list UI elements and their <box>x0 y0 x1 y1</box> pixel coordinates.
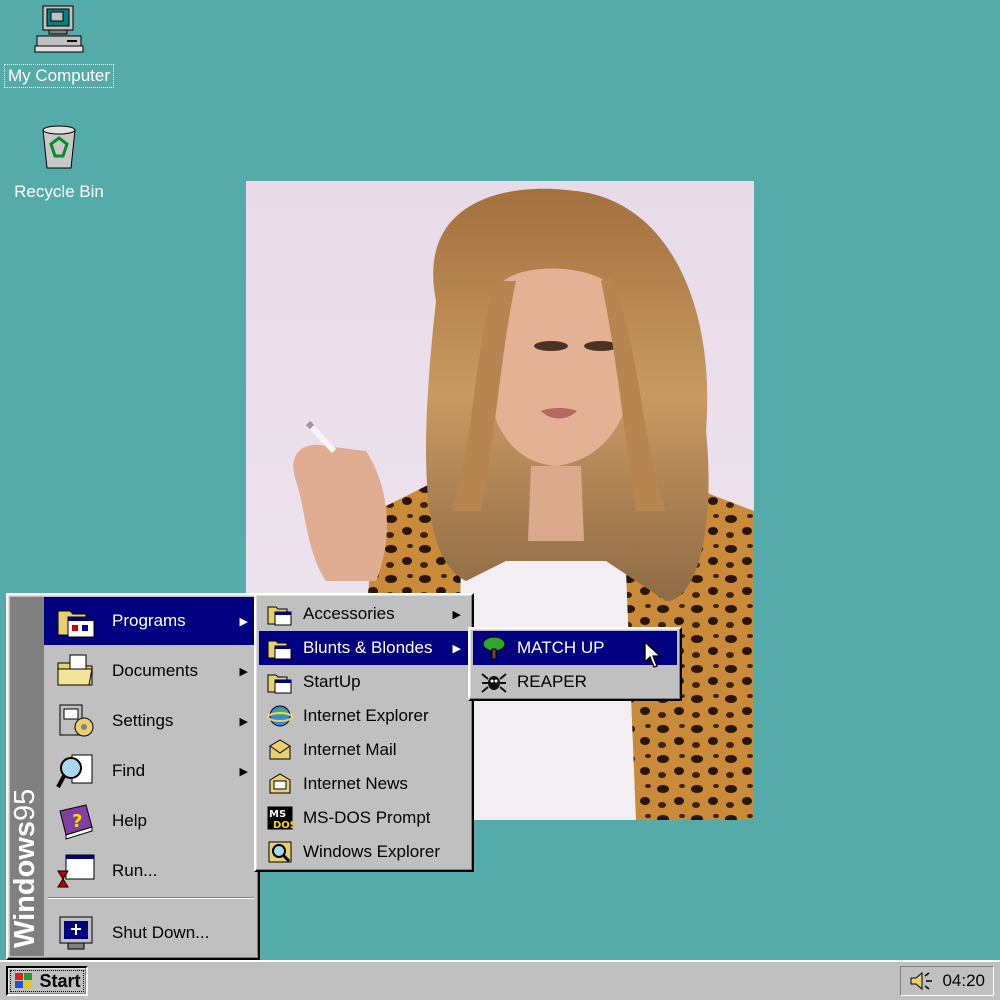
help-icon: ? <box>59 804 93 840</box>
svg-text:?: ? <box>72 811 82 832</box>
desktop-icon-my-computer[interactable]: My Computer <box>3 4 115 88</box>
start-menu-item-settings[interactable]: Settings ▶ <box>44 697 256 745</box>
recycle-bin-icon <box>42 125 76 169</box>
program-group-icon <box>267 606 292 626</box>
banner-version-text: 95 <box>9 788 41 821</box>
programs-item-label: StartUp <box>303 672 361 691</box>
start-button-label: Start <box>39 970 81 991</box>
start-menu-separator <box>48 897 254 899</box>
programs-item-windows-explorer[interactable]: Windows Explorer <box>259 835 469 869</box>
start-menu-item-label: Run... <box>112 861 158 880</box>
programs-item-label: Accessories <box>303 604 395 623</box>
windows-logo-icon <box>15 973 33 988</box>
start-menu-item-documents[interactable]: Documents ▶ <box>44 647 256 695</box>
programs-item-label: Internet Mail <box>303 740 397 759</box>
find-icon <box>56 754 93 788</box>
clock[interactable]: 04:20 <box>942 971 985 991</box>
start-menu-item-find[interactable]: Find ▶ <box>44 747 256 795</box>
programs-item-label: MS-DOS Prompt <box>303 808 431 827</box>
banner-windows-text: Windows <box>9 820 41 948</box>
programs-item-ms-dos-prompt[interactable]: MSDOS MS-DOS Prompt <box>259 801 469 835</box>
programs-icon <box>57 610 95 638</box>
run-icon <box>57 854 95 888</box>
start-menu-item-shutdown[interactable]: Shut Down... <box>44 909 256 957</box>
mail-icon <box>269 739 291 760</box>
programs-item-internet-news[interactable]: Internet News <box>259 767 469 801</box>
shutdown-icon <box>59 916 93 950</box>
start-menu-item-label: Shut Down... <box>112 923 210 942</box>
ms-dos-icon: MSDOS <box>267 806 293 831</box>
mouse-cursor-icon <box>644 641 662 668</box>
start-menu-banner: Windows95 <box>9 597 44 956</box>
programs-item-label: Blunts & Blondes <box>303 638 433 657</box>
blunts-item-label: MATCH UP <box>517 638 605 657</box>
windows-explorer-icon <box>268 841 292 863</box>
submenu-arrow-icon: ▶ <box>239 615 248 628</box>
programs-submenu: Accessories ▶ Blunts & Blondes ▶ StartUp… <box>254 593 474 872</box>
desktop-icon-label: My Computer <box>3 64 115 88</box>
programs-item-label: Internet News <box>303 774 408 793</box>
start-menu-item-label: Programs <box>112 611 186 630</box>
desktop-icon-label: Recycle Bin <box>14 182 104 201</box>
svg-text:MS: MS <box>269 809 286 820</box>
start-menu: Windows95 Programs ▶ Documents ▶ Setting… <box>6 593 260 960</box>
internet-explorer-icon <box>267 705 293 727</box>
start-menu-item-label: Find <box>112 761 146 780</box>
tree-icon <box>482 636 506 660</box>
svg-text:DOS: DOS <box>273 820 293 831</box>
programs-item-blunts-blondes[interactable]: Blunts & Blondes ▶ <box>259 631 469 665</box>
programs-item-accessories[interactable]: Accessories ▶ <box>259 597 469 631</box>
settings-icon <box>59 704 94 737</box>
documents-icon <box>57 654 93 686</box>
start-button[interactable]: Start <box>6 966 88 996</box>
blunts-item-label: REAPER <box>517 672 587 691</box>
start-menu-item-run[interactable]: Run... <box>44 847 256 895</box>
start-menu-item-help[interactable]: ? Help <box>44 797 256 845</box>
start-menu-item-label: Help <box>112 811 147 830</box>
start-menu-item-label: Documents <box>112 661 198 680</box>
volume-icon[interactable] <box>909 970 935 992</box>
start-menu-item-label: Settings <box>112 711 174 730</box>
programs-item-label: Internet Explorer <box>303 706 429 725</box>
submenu-arrow-icon: ▶ <box>452 642 461 655</box>
programs-item-label: Windows Explorer <box>303 842 440 861</box>
programs-item-internet-mail[interactable]: Internet Mail <box>259 733 469 767</box>
submenu-arrow-icon: ▶ <box>452 608 461 621</box>
programs-item-internet-explorer[interactable]: Internet Explorer <box>259 699 469 733</box>
desktop-icon-recycle-bin[interactable]: Recycle Bin <box>4 120 114 203</box>
program-group-icon <box>267 640 292 660</box>
submenu-arrow-icon: ▶ <box>239 665 248 678</box>
submenu-arrow-icon: ▶ <box>239 715 248 728</box>
news-icon <box>269 773 291 794</box>
taskbar: Start 04:20 <box>0 960 1000 1000</box>
start-menu-item-programs[interactable]: Programs ▶ <box>44 597 256 645</box>
computer-icon <box>34 5 84 53</box>
submenu-arrow-icon: ▶ <box>239 765 248 778</box>
blunts-item-reaper[interactable]: REAPER <box>473 665 677 699</box>
programs-item-startup[interactable]: StartUp <box>259 665 469 699</box>
spider-icon <box>481 673 507 693</box>
system-tray: 04:20 <box>900 966 994 996</box>
program-group-icon <box>267 674 292 694</box>
